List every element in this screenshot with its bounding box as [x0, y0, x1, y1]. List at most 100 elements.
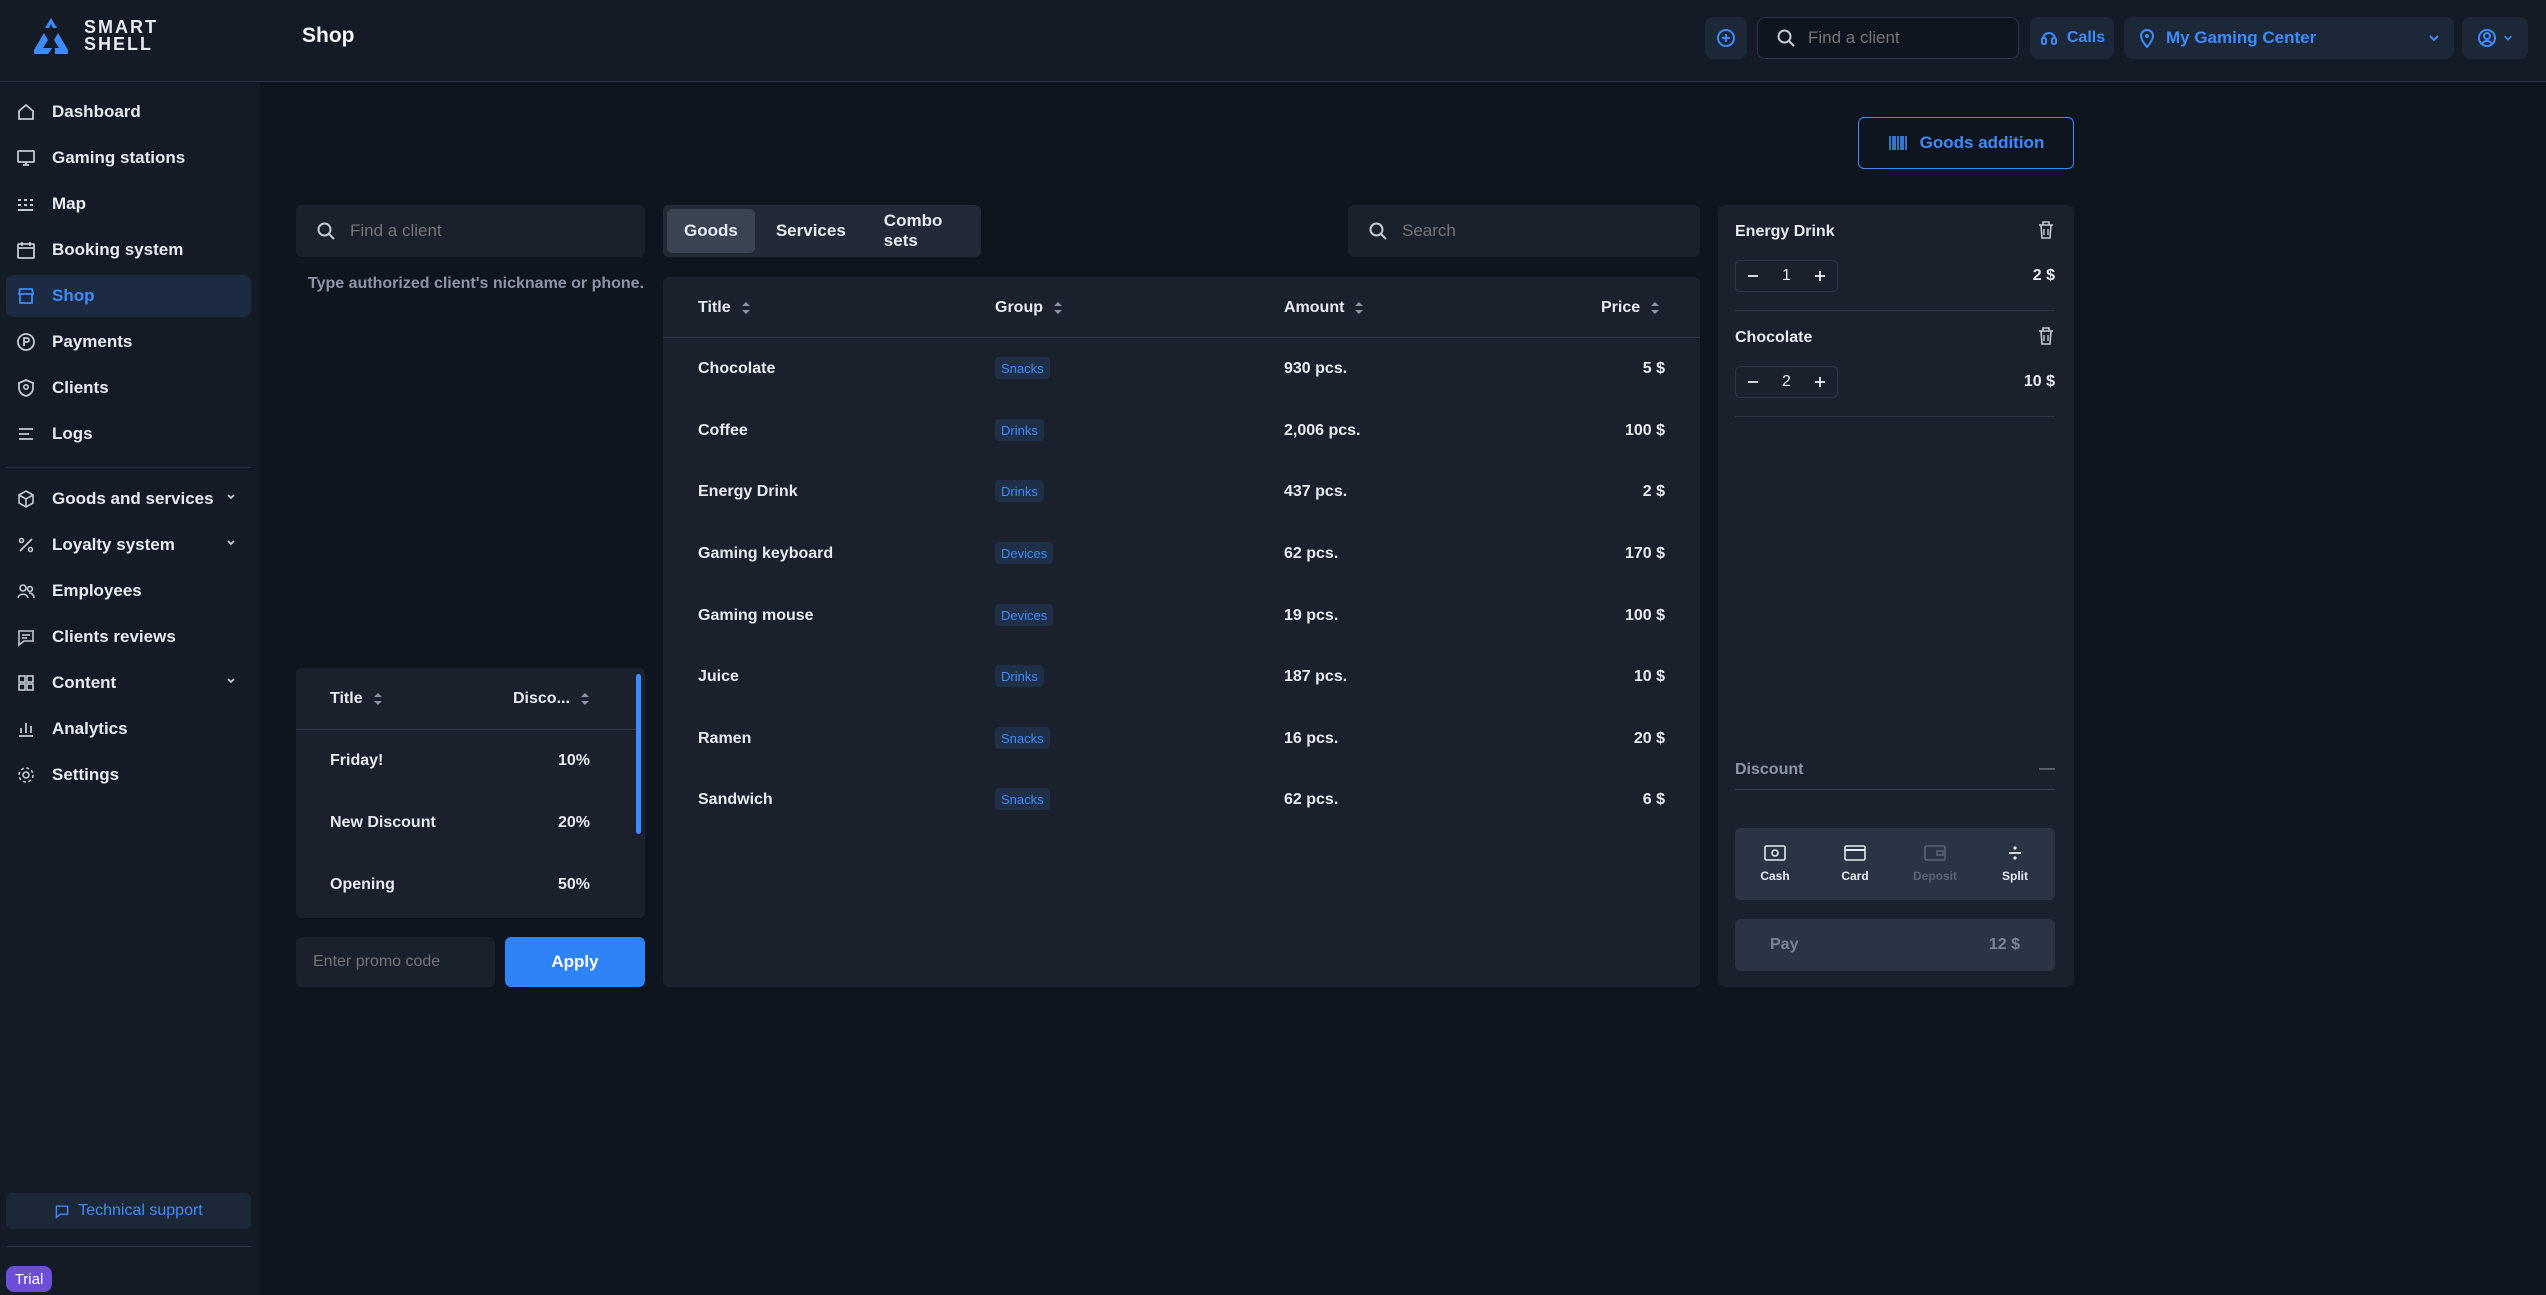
center-name: My Gaming Center	[2166, 28, 2317, 47]
discount-row[interactable]: New Discount 20%	[296, 792, 636, 854]
discounts-scrollbar[interactable]	[636, 674, 641, 834]
center-select[interactable]: My Gaming Center	[2124, 17, 2454, 59]
sidebar-item-dashboard[interactable]: Dashboard	[6, 91, 251, 133]
minus-icon	[1748, 381, 1758, 383]
payment-card-button[interactable]: Card	[1815, 828, 1895, 900]
table-row[interactable]: Ramen Snacks 16 pcs. 20 $	[663, 708, 1700, 770]
discount-row[interactable]: Opening 50%	[296, 854, 636, 916]
tab-services[interactable]: Services	[759, 209, 863, 253]
client-search-input[interactable]	[350, 221, 640, 241]
column-group[interactable]: Group	[995, 299, 1063, 317]
grid-dots-icon	[18, 199, 33, 211]
divide-icon	[2009, 846, 2021, 860]
goods-table: Title Group Amount Price Chocolate Snack…	[663, 277, 1700, 987]
table-row[interactable]: Sandwich Snacks 62 pcs. 6 $	[663, 769, 1700, 831]
sidebar-item-content[interactable]: Content	[6, 662, 251, 704]
sidebar-item-analytics[interactable]: Analytics	[6, 708, 251, 750]
increase-button[interactable]	[1803, 367, 1837, 397]
quantity-value[interactable]: 1	[1770, 267, 1803, 285]
search-icon	[1369, 222, 1387, 240]
sort-icon	[373, 693, 382, 705]
promo-code-input[interactable]	[313, 953, 483, 971]
page-title: Shop	[302, 24, 355, 47]
goods-search-input[interactable]	[1402, 221, 1692, 241]
sidebar-item-gaming-stations[interactable]: Gaming stations	[6, 137, 251, 179]
promo-code-field[interactable]	[296, 937, 495, 987]
payment-methods: Cash Card Deposit Split	[1735, 828, 2055, 900]
column-amount[interactable]: Amount	[1284, 299, 1364, 317]
top-search-input[interactable]	[1808, 28, 2008, 48]
payment-deposit-button[interactable]: Deposit	[1895, 828, 1975, 900]
pay-button[interactable]: Pay 12 $	[1735, 919, 2055, 971]
plus-circle-icon	[1717, 29, 1735, 47]
group-badge: Devices	[995, 604, 1054, 626]
sort-icon	[580, 693, 589, 705]
user-menu-button[interactable]	[2462, 17, 2528, 59]
calls-button[interactable]: Calls	[2030, 17, 2114, 59]
sidebar-item-goods-and-services[interactable]: Goods and services	[6, 478, 251, 520]
tab-combo-sets[interactable]: Combo sets	[867, 209, 977, 253]
group-badge: Drinks	[995, 480, 1044, 502]
client-search[interactable]	[296, 205, 645, 257]
table-row[interactable]: Energy Drink Drinks 437 pcs. 2 $	[663, 461, 1700, 523]
top-client-search[interactable]	[1757, 17, 2019, 59]
sidebar-divider	[6, 1246, 251, 1247]
headset-icon	[2040, 32, 2057, 45]
increase-button[interactable]	[1803, 261, 1837, 291]
top-bar: SMART SHELL Shop Calls My Gaming Center	[0, 0, 2546, 82]
wallet-icon	[1924, 845, 1946, 861]
cart-discount[interactable]: Discount —	[1735, 753, 2055, 790]
decrease-button[interactable]	[1736, 261, 1770, 291]
apply-button[interactable]: Apply	[505, 937, 645, 987]
plus-icon	[1815, 271, 1825, 281]
sidebar: Dashboard Gaming stations Map Booking sy…	[0, 83, 260, 1295]
discount-value: —	[2039, 760, 2055, 777]
cart-item-name: Energy Drink	[1735, 223, 1835, 240]
sort-icon	[1651, 302, 1660, 314]
sort-icon	[1355, 302, 1364, 314]
goods-search[interactable]	[1348, 205, 1700, 257]
cash-icon	[1764, 845, 1786, 861]
table-row[interactable]: Coffee Drinks 2,006 pcs. 100 $	[663, 400, 1700, 462]
sidebar-item-payments[interactable]: Payments	[6, 321, 251, 363]
group-badge: Snacks	[995, 788, 1050, 810]
minus-icon	[1748, 275, 1758, 277]
table-row[interactable]: Juice Drinks 187 pcs. 10 $	[663, 646, 1700, 708]
coin-icon	[17, 333, 35, 351]
sidebar-item-map[interactable]: Map	[6, 183, 251, 225]
goods-addition-button[interactable]: Goods addition	[1858, 117, 2074, 169]
table-row[interactable]: Gaming keyboard Devices 62 pcs. 170 $	[663, 523, 1700, 585]
tab-goods[interactable]: Goods	[667, 209, 755, 253]
sidebar-item-clients-reviews[interactable]: Clients reviews	[6, 616, 251, 658]
payment-split-button[interactable]: Split	[1975, 828, 2055, 900]
table-row[interactable]: Gaming mouse Devices 19 pcs. 100 $	[663, 585, 1700, 647]
sidebar-item-clients[interactable]: Clients	[6, 367, 251, 409]
sidebar-item-employees[interactable]: Employees	[6, 570, 251, 612]
sidebar-item-booking-system[interactable]: Booking system	[6, 229, 251, 271]
technical-support-button[interactable]: Technical support	[6, 1193, 251, 1229]
table-row[interactable]: Chocolate Snacks 930 pcs. 5 $	[663, 338, 1700, 400]
search-icon	[317, 222, 335, 240]
sidebar-item-shop[interactable]: Shop	[6, 275, 251, 317]
discounts-table: Title Disco... Friday! 10% New Discount …	[296, 668, 645, 918]
quantity-value[interactable]: 2	[1770, 373, 1803, 391]
column-discount[interactable]: Disco...	[513, 690, 590, 708]
sidebar-item-settings[interactable]: Settings	[6, 754, 251, 796]
column-price[interactable]: Price	[1601, 299, 1660, 317]
logo[interactable]: SMART SHELL	[30, 16, 158, 56]
chat-icon	[18, 630, 34, 647]
payment-cash-button[interactable]: Cash	[1735, 828, 1815, 900]
column-title[interactable]: Title	[698, 299, 751, 317]
trash-icon[interactable]	[2037, 220, 2055, 240]
layout-icon	[18, 675, 34, 691]
sidebar-item-loyalty-system[interactable]: Loyalty system	[6, 524, 251, 566]
discount-row[interactable]: Friday! 10%	[296, 730, 636, 792]
decrease-button[interactable]	[1736, 367, 1770, 397]
add-button[interactable]	[1705, 17, 1747, 59]
search-icon	[1777, 29, 1795, 47]
sidebar-item-logs[interactable]: Logs	[6, 413, 251, 455]
trash-icon[interactable]	[2037, 326, 2055, 346]
sidebar-divider	[6, 467, 251, 468]
client-hint: Type authorized client's nickname or pho…	[308, 275, 645, 292]
column-title[interactable]: Title	[330, 690, 383, 708]
